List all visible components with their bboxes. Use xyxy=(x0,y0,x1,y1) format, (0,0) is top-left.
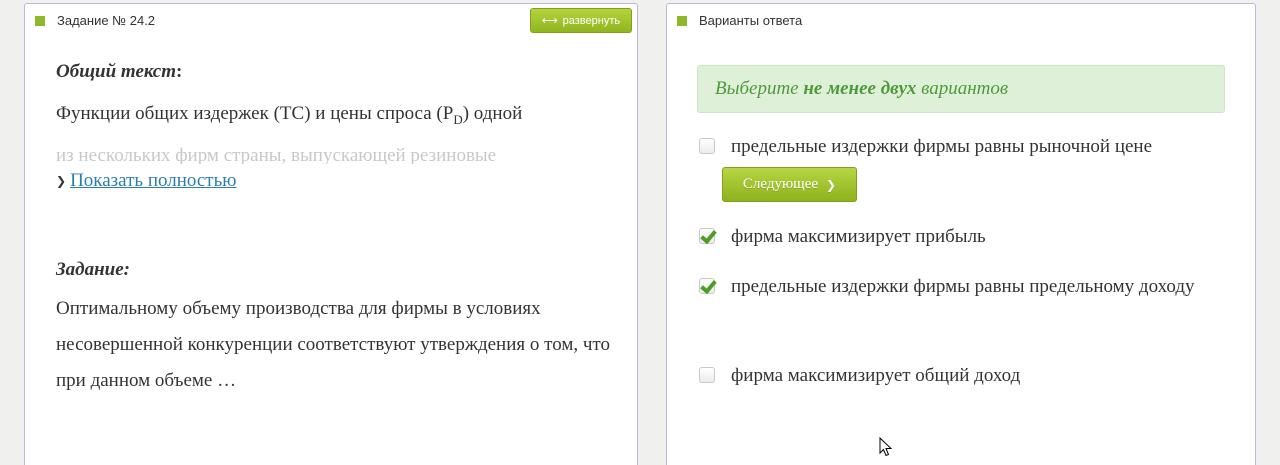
general-text-heading: Общий текст: xyxy=(56,61,182,83)
option-1-checkbox[interactable] xyxy=(699,138,715,154)
option-1-label: предельные издержки фирмы равны рыночной… xyxy=(731,136,1153,157)
answers-title: Варианты ответа xyxy=(699,13,803,28)
option-3-label: предельные издержки фирмы равны предельн… xyxy=(731,276,1195,297)
show-more-link[interactable]: Показать полностью xyxy=(70,170,236,192)
answers-panel: Варианты ответа Выберите не менее двух в… xyxy=(666,3,1256,465)
task-label: Задание: xyxy=(56,259,130,280)
general-text-line-1: Функции общих издержек (ТС) и цены спрос… xyxy=(56,96,616,138)
general-text-preview: Функции общих издержек (ТС) и цены спрос… xyxy=(56,96,616,164)
task-title: Задание № 24.2 xyxy=(57,13,156,28)
answers-panel-header: Варианты ответа xyxy=(667,4,1255,37)
next-button[interactable]: Следующее ❯ xyxy=(722,167,857,202)
general-text-line-1-b: ) одной xyxy=(462,103,523,124)
general-text-line-2: из нескольких фирм страны, выпускающей р… xyxy=(56,144,497,164)
square-bullet-icon xyxy=(35,15,45,26)
option-2-checkbox[interactable] xyxy=(699,228,715,244)
option-2-label: фирма максимизирует прибыль xyxy=(731,226,986,247)
option-4-label: фирма максимизирует общий доход xyxy=(731,365,1021,386)
option-3-checkbox[interactable] xyxy=(699,278,715,294)
general-text-subscript: D xyxy=(453,111,463,127)
show-more-link-row[interactable]: ❯ Показать полностью xyxy=(56,170,236,192)
answer-option-4[interactable]: фирма максимизирует общий доход xyxy=(699,357,1219,395)
hint-bold: не менее двух xyxy=(803,78,917,99)
general-text-colon: : xyxy=(176,61,183,82)
selection-hint: Выберите не менее двух вариантов xyxy=(697,65,1225,113)
chevron-down-icon: ❯ xyxy=(56,174,67,188)
expand-button-label: развернуть xyxy=(562,14,621,27)
answer-option-2[interactable]: фирма максимизирует прибыль xyxy=(699,218,1219,256)
task-text: Оптимальному объему производства для фир… xyxy=(56,298,610,391)
expand-arrows-icon: ⟷ xyxy=(541,15,558,27)
answer-option-3[interactable]: предельные издержки фирмы равны предельн… xyxy=(697,268,1237,306)
next-button-label: Следующее xyxy=(742,176,819,192)
answer-option-1[interactable]: предельные издержки фирмы равны рыночной… xyxy=(699,128,1219,166)
hint-prefix: Выберите xyxy=(715,78,804,99)
task-panel: Задание № 24.2 ⟷ развернуть Общий текст:… xyxy=(24,3,638,465)
general-text-label: Общий текст xyxy=(56,61,176,82)
chevron-right-icon: ❯ xyxy=(826,177,837,192)
hint-suffix: вариантов xyxy=(916,78,1009,99)
option-4-checkbox[interactable] xyxy=(699,367,715,383)
general-text-line-1-a: Функции общих издержек (ТС) и цены спрос… xyxy=(56,103,454,124)
expand-button[interactable]: ⟷ развернуть xyxy=(530,8,632,33)
square-bullet-icon xyxy=(677,15,687,26)
